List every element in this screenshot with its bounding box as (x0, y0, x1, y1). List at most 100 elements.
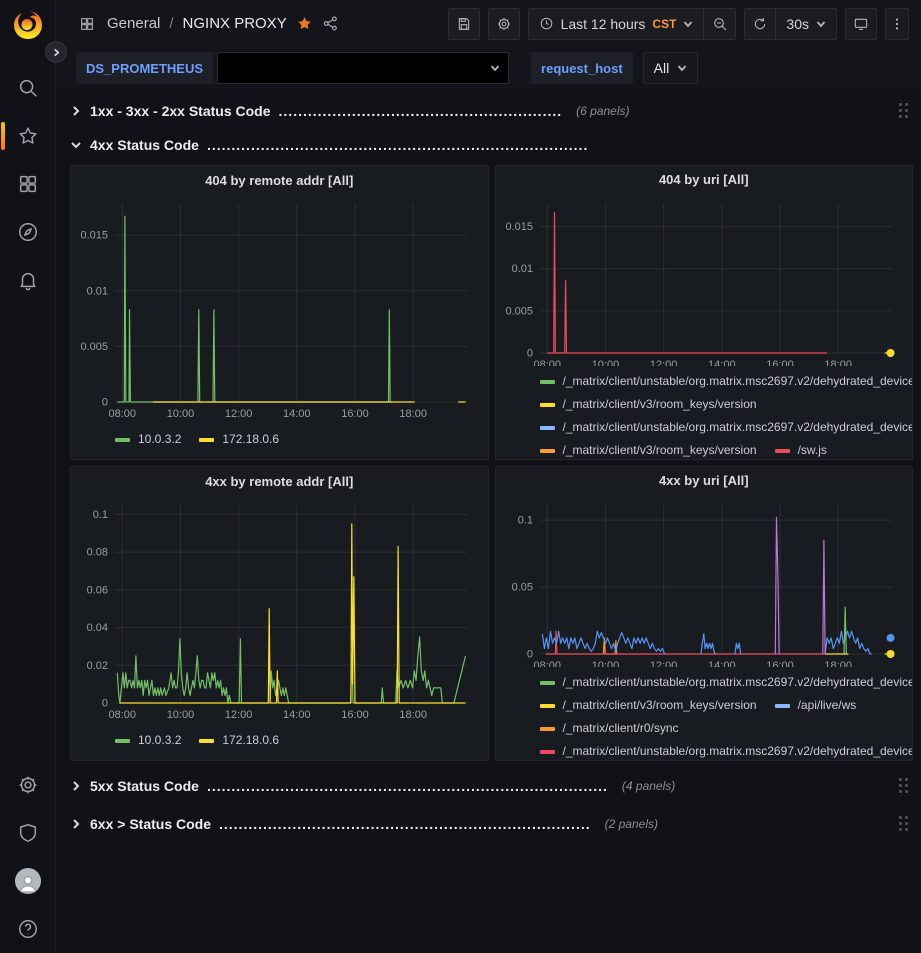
legend-swatch (540, 380, 555, 384)
favorite-star-icon[interactable] (296, 15, 313, 32)
legend-item[interactable]: 10.0.3.2 (115, 729, 181, 752)
sidebar (0, 0, 56, 953)
svg-text:0: 0 (102, 397, 108, 409)
dashboard-settings-button[interactable] (488, 8, 520, 40)
panel-legend: 10.0.3.2 172.18.0.6 (71, 723, 488, 752)
legend-item[interactable]: /_matrix/client/v3/room_keys/version (540, 439, 757, 459)
grafana-app: General / NGINX PROXY (0, 0, 921, 953)
chart-4xx-by-uri[interactable]: 08:0010:0012:0014:0016:0018:0000.050.1 (496, 494, 904, 667)
svg-text:16:00: 16:00 (341, 408, 369, 420)
panels-grid: 404 by remote addr [All] 08:0010:0012:00… (70, 165, 913, 761)
sidebar-expand-button[interactable] (45, 41, 67, 63)
main-area: General / NGINX PROXY (56, 0, 921, 953)
svg-text:0.005: 0.005 (505, 305, 533, 317)
row-drag-handle[interactable] (899, 778, 909, 794)
row-header-5xx[interactable]: 5xx Status Code ........................… (70, 771, 913, 801)
panel-legend: 10.0.3.2 172.18.0.6 (71, 422, 488, 451)
save-dashboard-button[interactable] (448, 8, 480, 40)
svg-text:14:00: 14:00 (708, 660, 736, 667)
apps-grid-icon[interactable] (76, 13, 98, 35)
svg-text:18:00: 18:00 (824, 660, 852, 667)
legend-item[interactable]: 10.0.3.2 (115, 428, 181, 451)
svg-text:0.01: 0.01 (87, 285, 108, 297)
zoom-out-time-button[interactable] (704, 8, 736, 40)
share-icon[interactable] (322, 15, 339, 32)
alerting-bell-icon[interactable] (4, 256, 52, 304)
legend-item[interactable]: /api/live/ws (775, 694, 857, 717)
top-navigation: General / NGINX PROXY (56, 0, 921, 47)
panel-404-by-remote-addr: 404 by remote addr [All] 08:0010:0012:00… (70, 165, 489, 460)
dashboard-content: 1xx - 3xx - 2xx Status Code ............… (56, 89, 921, 953)
legend-label: /_matrix/client/unstable/org.matrix.msc2… (563, 416, 913, 439)
user-avatar[interactable] (4, 857, 52, 905)
chart-4xx-by-remote-addr[interactable]: 08:0010:0012:0014:0016:0018:0000.020.040… (71, 495, 479, 723)
svg-text:0.015: 0.015 (80, 230, 108, 242)
svg-text:10:00: 10:00 (591, 660, 619, 667)
ds-prometheus-label[interactable]: DS_PROMETHEUS (76, 52, 213, 84)
row-header-6xx[interactable]: 6xx > Status Code ......................… (70, 809, 913, 839)
grafana-logo-icon[interactable] (11, 8, 45, 42)
kebab-menu-button[interactable] (885, 8, 909, 40)
svg-text:14:00: 14:00 (283, 709, 311, 721)
panel-title[interactable]: 4xx by remote addr [All] (71, 467, 488, 495)
row-header-1xx-3xx-2xx[interactable]: 1xx - 3xx - 2xx Status Code ............… (70, 97, 913, 125)
legend-item[interactable]: /_matrix/client/unstable/org.matrix.msc2… (540, 416, 913, 439)
panel-title[interactable]: 404 by remote addr [All] (71, 166, 488, 194)
dashboards-icon[interactable] (4, 160, 52, 208)
svg-text:10:00: 10:00 (167, 709, 195, 721)
row-title: 6xx > Status Code (90, 816, 211, 832)
refresh-button[interactable] (744, 8, 776, 40)
row-drag-handle[interactable] (899, 103, 909, 119)
svg-text:14:00: 14:00 (708, 359, 736, 366)
panel-4xx-by-uri: 4xx by uri [All] 08:0010:0012:0014:0016:… (495, 466, 914, 761)
search-icon[interactable] (4, 64, 52, 112)
legend-item[interactable]: /_matrix/client/v3/room_keys/version (540, 694, 757, 717)
svg-text:0: 0 (526, 347, 532, 359)
svg-text:0: 0 (526, 648, 532, 660)
panel-title[interactable]: 4xx by uri [All] (496, 467, 913, 494)
legend-label: /_matrix/client/unstable/org.matrix.msc2… (563, 370, 913, 393)
svg-text:12:00: 12:00 (649, 660, 677, 667)
row-drag-handle[interactable] (899, 816, 909, 832)
row-dots: ........................................… (207, 137, 588, 153)
legend-item[interactable]: 172.18.0.6 (199, 428, 279, 451)
legend-item[interactable]: /_matrix/client/r0/sync (540, 717, 679, 740)
row-header-4xx[interactable]: 4xx Status Code ........................… (70, 131, 913, 159)
breadcrumb-section[interactable]: General (107, 15, 160, 32)
request-host-select[interactable]: All (643, 52, 699, 84)
legend-item[interactable]: 172.18.0.6 (199, 729, 279, 752)
time-range-picker[interactable]: Last 12 hours CST (528, 8, 705, 40)
dashboard-title[interactable]: NGINX PROXY (183, 15, 287, 32)
configuration-gear-icon[interactable] (4, 761, 52, 809)
svg-text:10:00: 10:00 (591, 359, 619, 366)
panel-404-by-uri: 404 by uri [All] 08:0010:0012:0014:0016:… (495, 165, 914, 460)
legend-item[interactable]: /_matrix/client/unstable/org.matrix.msc2… (540, 671, 913, 694)
legend-item[interactable]: /sw.js (775, 439, 827, 459)
explore-compass-icon[interactable] (4, 208, 52, 256)
legend-label: /api/live/ws (798, 694, 857, 717)
refresh-interval-dropdown[interactable]: 30s (776, 8, 837, 40)
legend-label: 172.18.0.6 (222, 729, 279, 752)
request-host-label[interactable]: request_host (531, 52, 633, 84)
chart-404-by-remote-addr[interactable]: 08:0010:0012:0014:0016:0018:0000.0050.01… (71, 194, 479, 422)
row-panel-count: (2 panels) (605, 817, 658, 831)
ds-prometheus-select[interactable] (217, 52, 509, 84)
time-range-label: Last 12 hours (561, 16, 646, 32)
server-admin-shield-icon[interactable] (4, 809, 52, 857)
tv-mode-button[interactable] (845, 8, 877, 40)
help-icon[interactable] (4, 905, 52, 953)
svg-text:10:00: 10:00 (167, 408, 195, 420)
svg-text:0.1: 0.1 (93, 509, 108, 521)
legend-swatch (540, 727, 555, 731)
legend-item[interactable]: /_matrix/client/unstable/org.matrix.msc2… (540, 370, 913, 393)
legend-label: /_matrix/client/v3/room_keys/version (563, 393, 757, 416)
legend-item[interactable]: /_matrix/client/v3/room_keys/version (540, 393, 757, 416)
legend-swatch (775, 449, 790, 453)
legend-swatch (199, 438, 214, 442)
legend-item[interactable]: /_matrix/client/unstable/org.matrix.msc2… (540, 740, 913, 760)
chart-404-by-uri[interactable]: 08:0010:0012:0014:0016:0018:0000.0050.01… (496, 193, 904, 366)
starred-dashboards-icon[interactable] (4, 112, 52, 160)
timezone-label: CST (652, 17, 676, 31)
row-panel-count: (4 panels) (622, 779, 675, 793)
panel-title[interactable]: 404 by uri [All] (496, 166, 913, 193)
